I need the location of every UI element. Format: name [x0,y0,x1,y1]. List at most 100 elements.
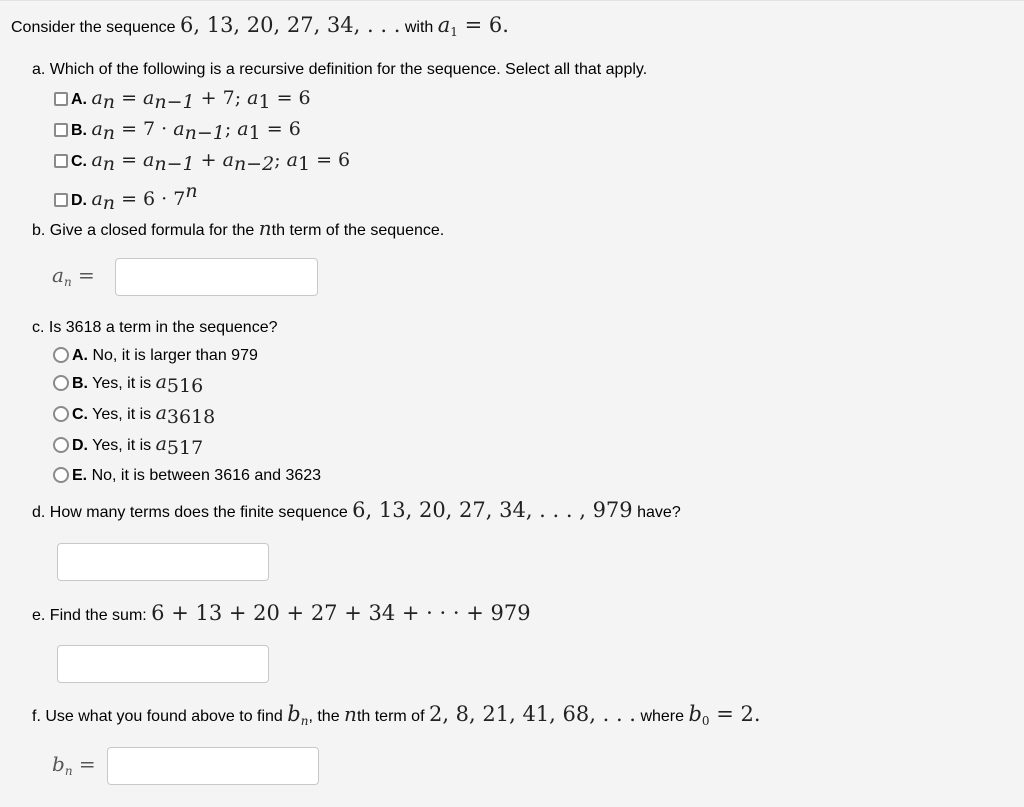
math-sub: n−1 [154,91,195,113]
math-sub: n [102,192,116,214]
intro-var-sub: 1 [450,25,458,39]
text: th term of [356,708,429,725]
text: d. How many terms does the finite sequen… [32,504,353,521]
math-var: b [287,702,301,726]
math-var: a [143,87,155,109]
math-var: a [155,402,167,424]
math-var: a [91,118,103,140]
part-c-option-e[interactable]: E. No, it is between 3616 and 3623 [53,462,321,489]
part-a-option-d[interactable]: D. an = 6 · 7n [54,178,350,217]
part-a-option-c[interactable]: C. an = an−1 + an−2; a1 = 6 [54,147,350,178]
option-label: D. [71,192,87,209]
math-sub: n−1 [154,153,195,175]
option-text: Yes, it is [88,437,156,454]
math-var: a [237,118,249,140]
text: where [636,708,689,725]
part-c-option-c[interactable]: C. Yes, it is a3618 [53,400,321,431]
part-e-answer-input[interactable] [57,645,269,683]
part-a-option-b[interactable]: B. an = 7 · an−1; a1 = 6 [54,116,350,147]
math-var: a [247,87,259,109]
math-sub: n−1 [184,122,225,144]
math-text: = 7 · [115,118,174,140]
math-var: a [91,188,103,210]
part-c-option-a[interactable]: A. No, it is larger than 979 [53,342,321,369]
text: e. Find the sum: [32,607,152,624]
part-d-question: d. How many terms does the finite sequen… [32,498,681,522]
math-sub: 516 [166,375,204,397]
radio-button[interactable] [53,467,69,483]
math-text: = 6 [310,149,351,171]
option-text: No, it is between 3616 and 3623 [87,467,322,484]
text: b. Give a closed formula for the [32,222,259,239]
math-var: a [222,149,234,171]
math-text: + 7; [194,87,248,109]
option-label: A. [72,347,88,364]
math-sub: n−2 [233,153,275,175]
part-c-option-b[interactable]: B. Yes, it is a516 [53,369,321,400]
intro-statement: Consider the sequence 6, 13, 20, 27, 34,… [11,13,509,39]
checkbox[interactable] [54,123,68,137]
math-sub: 517 [166,437,204,459]
option-label: D. [72,437,88,454]
math-sup: n [185,180,198,202]
part-a-option-a[interactable]: A. an = an−1 + 7; a1 = 6 [54,85,350,116]
math-sub: 1 [248,122,261,144]
intro-sequence: 6, 13, 20, 27, 34, . . . [180,13,401,37]
option-label: C. [71,153,87,170]
math-text: = [72,752,96,776]
intro-prefix: Consider the sequence [11,19,180,36]
math-var: a [143,149,155,171]
part-d-answer-input[interactable] [57,543,269,581]
math-text: ; [274,149,287,171]
math-text: = [115,87,144,109]
part-b-answer-input[interactable] [115,258,318,296]
math-var: a [91,87,103,109]
part-f-answer-input[interactable] [107,747,319,785]
checkbox[interactable] [54,193,68,207]
intro-first-term: = 6. [457,13,509,37]
math-sequence: 6, 13, 20, 27, 34, . . . , 979 [352,498,633,522]
radio-button[interactable] [53,375,69,391]
part-f-answer-label: bn = [52,752,96,778]
part-e-question: e. Find the sum: 6 + 13 + 20 + 27 + 34 +… [32,601,531,625]
math-var: a [155,433,167,455]
checkbox[interactable] [54,154,68,168]
math-text: = 6 [270,87,311,109]
option-text: Yes, it is [88,406,156,423]
option-label: A. [71,91,87,108]
math-var: n [344,702,357,726]
radio-button[interactable] [53,437,69,453]
text: , the [308,708,345,725]
intro-var: a [437,13,451,37]
radio-button[interactable] [53,347,69,363]
math-sub: 1 [258,91,271,113]
math-sub: 0 [701,714,710,728]
math-var: b [52,752,65,776]
option-text: No, it is larger than 979 [88,347,258,364]
math-sub: n [64,764,73,778]
math-var: a [286,149,298,171]
checkbox[interactable] [54,92,68,106]
math-var: a [52,263,64,287]
text: f. Use what you found above to find [32,708,288,725]
option-label: B. [71,122,87,139]
math-sub: 3618 [166,406,216,428]
text: have? [632,504,681,521]
part-c-option-d[interactable]: D. Yes, it is a517 [53,431,321,462]
math-text: = [71,263,95,287]
math-text: = 2. [709,702,761,726]
math-text: = 6 · 7 [115,188,186,210]
part-b-answer-label: an = [52,263,95,289]
option-label: C. [72,406,88,423]
math-var: b [688,702,702,726]
math-sequence: 2, 8, 21, 41, 68, . . . [428,702,636,726]
part-c-options: A. No, it is larger than 979 B. Yes, it … [53,342,321,489]
math-text: = 6 [260,118,301,140]
radio-button[interactable] [53,406,69,422]
option-label: B. [72,375,88,392]
option-text: Yes, it is [88,375,156,392]
math-sum: 6 + 13 + 20 + 27 + 34 + · · · + 979 [151,601,531,625]
math-text: ; [224,118,238,140]
math-sub: n [102,122,116,144]
option-label: E. [72,467,88,484]
